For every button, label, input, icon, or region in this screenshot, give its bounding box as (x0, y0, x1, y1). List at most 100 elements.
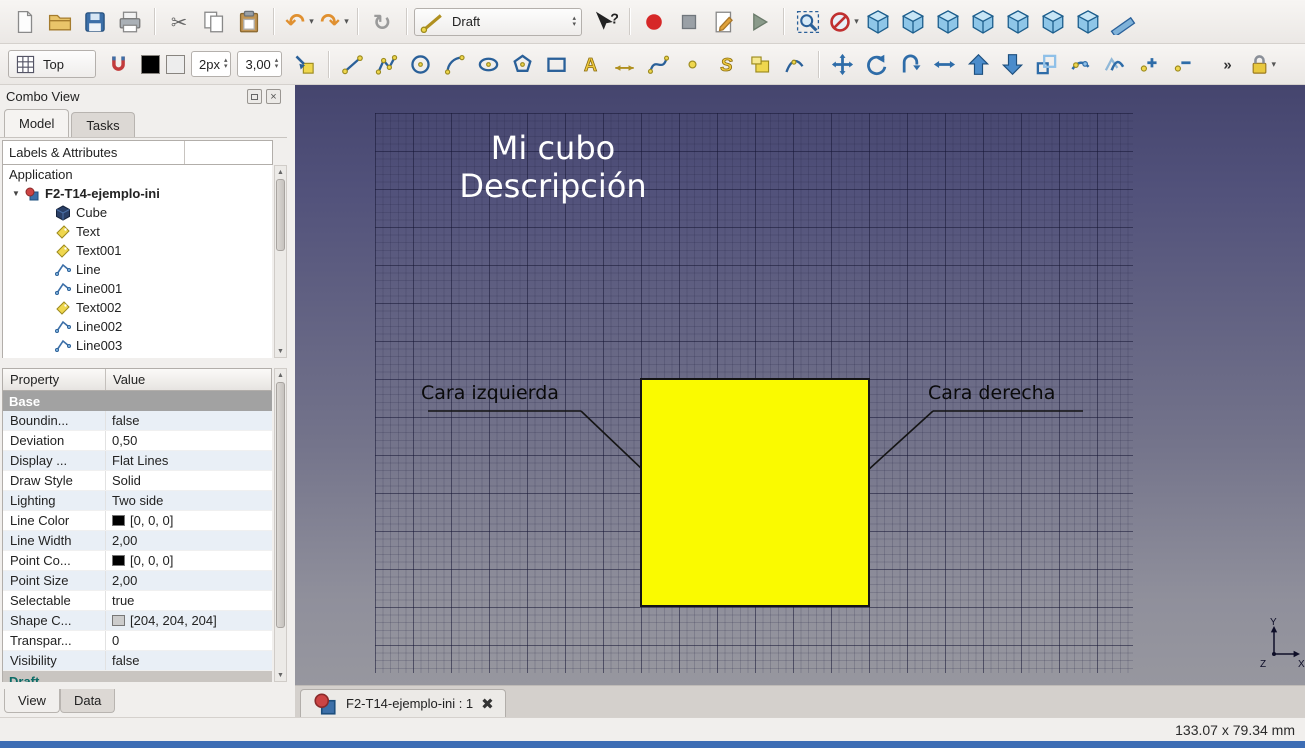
draft-scale-button[interactable] (1030, 48, 1063, 80)
tab-tasks[interactable]: Tasks (71, 112, 134, 137)
property-scrollbar[interactable]: ▲ ▼ (274, 368, 287, 682)
measure-distance-button[interactable] (1106, 5, 1140, 39)
cut-button[interactable]: ✂ (162, 5, 196, 39)
tree-item-line003[interactable]: Line003 (3, 336, 272, 355)
property-group-base[interactable]: Base (3, 391, 272, 411)
property-row-line-color[interactable]: Line Color [0, 0, 0] (3, 511, 272, 531)
expander-icon[interactable]: ▼ (12, 189, 24, 198)
tree-item-line001[interactable]: Line001 (3, 279, 272, 298)
scrollbar-thumb[interactable] (276, 179, 285, 251)
new-file-button[interactable] (8, 5, 42, 39)
draft-add-point-button[interactable] (1132, 48, 1165, 80)
3d-viewport[interactable]: Mi cubo Descripción Cara izquierda Cara … (295, 85, 1305, 685)
workbench-selector[interactable]: Draft ▴▾ (414, 8, 582, 36)
clipping-plane-dropdown-arrow[interactable]: ▾ (854, 16, 859, 27)
box-zoom-button[interactable] (791, 5, 825, 39)
workbench-spinner[interactable]: ▴▾ (572, 16, 576, 28)
tree-item-line[interactable]: Line (3, 260, 272, 279)
property-row-visibility[interactable]: Visibility false (3, 651, 272, 671)
face-color-swatch[interactable] (166, 55, 185, 74)
tree-scrollbar[interactable]: ▲ ▼ (274, 165, 287, 358)
tree-item-cube[interactable]: Cube (3, 203, 272, 222)
refresh-button[interactable]: ↻ (365, 5, 399, 39)
property-row-point-size[interactable]: Point Size 2,00 (3, 571, 272, 591)
save-file-button[interactable] (78, 5, 112, 39)
redo-dropdown-arrow[interactable]: ▾ (344, 16, 349, 27)
tab-data[interactable]: Data (60, 689, 115, 713)
draft-wire-button[interactable] (370, 48, 403, 80)
whats-this-button[interactable]: ? (588, 5, 622, 39)
snap-toggle-button[interactable] (102, 48, 135, 80)
tree-item-text002[interactable]: Text002 (3, 298, 272, 317)
clipping-plane-button[interactable]: ▾ (826, 5, 860, 39)
draft-line-button[interactable] (336, 48, 369, 80)
macro-edit-button[interactable] (707, 5, 741, 39)
draft-rectangle-button[interactable] (540, 48, 573, 80)
draft-upgrade-button[interactable] (962, 48, 995, 80)
view-left-button[interactable] (1071, 5, 1105, 39)
tab-model[interactable]: Model (4, 109, 69, 137)
property-row-lighting[interactable]: Lighting Two side (3, 491, 272, 511)
text-size-spinner[interactable]: 3,00 ▴▾ (237, 51, 282, 77)
line-color-swatch[interactable] (141, 55, 160, 74)
draft-trimex-button[interactable] (928, 48, 961, 80)
view-top-button[interactable] (931, 5, 965, 39)
tree-item-text[interactable]: Text (3, 222, 272, 241)
toolbar-overflow-button[interactable]: » (1211, 48, 1244, 80)
draft-point-button[interactable] (676, 48, 709, 80)
scrollbar-thumb[interactable] (276, 382, 285, 628)
macro-record-button[interactable] (637, 5, 671, 39)
redo-button[interactable]: ↷▾ (316, 5, 350, 39)
draft-delete-point-button[interactable] (1166, 48, 1199, 80)
draft-downgrade-button[interactable] (996, 48, 1029, 80)
annotation-right-face[interactable]: Cara derecha (928, 382, 1055, 404)
draft-bezier-button[interactable] (778, 48, 811, 80)
scroll-down-arrow[interactable]: ▼ (275, 345, 286, 357)
draft-wire-to-bspline-button[interactable] (1098, 48, 1131, 80)
draft-bspline-button[interactable] (642, 48, 675, 80)
draft-edit-button[interactable] (1064, 48, 1097, 80)
working-plane-selector[interactable]: Top (8, 50, 96, 78)
macro-play-button[interactable] (742, 5, 776, 39)
tree-root-application[interactable]: Application (3, 165, 272, 184)
draft-move-button[interactable] (826, 48, 859, 80)
draft-arc-button[interactable] (438, 48, 471, 80)
copy-button[interactable] (197, 5, 231, 39)
property-row-display-mode[interactable]: Display ... Flat Lines (3, 451, 272, 471)
property-group-draft[interactable]: Draft (3, 671, 272, 682)
tab-close-icon[interactable]: ✖ (481, 695, 494, 713)
property-row-line-width[interactable]: Line Width 2,00 (3, 531, 272, 551)
snap-lock-dropdown-arrow[interactable]: ▾ (1272, 59, 1277, 70)
view-right-button[interactable] (966, 5, 1000, 39)
scroll-up-arrow[interactable]: ▲ (275, 166, 286, 178)
draft-shapestring-button[interactable]: S (710, 48, 743, 80)
scroll-up-arrow[interactable]: ▲ (275, 369, 286, 381)
view-axonometric-button[interactable] (861, 5, 895, 39)
line-width-spinner[interactable]: 2px ▴▾ (191, 51, 231, 77)
draft-rotate-button[interactable] (860, 48, 893, 80)
draft-text-button[interactable]: A (574, 48, 607, 80)
property-row-draw-style[interactable]: Draw Style Solid (3, 471, 272, 491)
cube-top-face[interactable] (640, 378, 870, 607)
print-button[interactable] (113, 5, 147, 39)
property-row-bounding-box[interactable]: Boundin... false (3, 411, 272, 431)
property-row-deviation[interactable]: Deviation 0,50 (3, 431, 272, 451)
tree-item-line002[interactable]: Line002 (3, 317, 272, 336)
tree-document[interactable]: ▼ F2-T14-ejemplo-ini (3, 184, 272, 203)
undo-button[interactable]: ↶▾ (281, 5, 315, 39)
apply-style-button[interactable] (288, 48, 321, 80)
annotation-left-face[interactable]: Cara izquierda (421, 382, 559, 404)
macro-stop-button[interactable] (672, 5, 706, 39)
property-row-selectable[interactable]: Selectable true (3, 591, 272, 611)
draft-offset-button[interactable] (894, 48, 927, 80)
scroll-down-arrow[interactable]: ▼ (275, 669, 286, 681)
tab-view[interactable]: View (4, 689, 60, 713)
view-front-button[interactable] (896, 5, 930, 39)
draft-circle-button[interactable] (404, 48, 437, 80)
draft-dimension-button[interactable] (608, 48, 641, 80)
snap-lock-button[interactable]: ▾ (1245, 48, 1278, 80)
view-bottom-button[interactable] (1036, 5, 1070, 39)
tree-item-text001[interactable]: Text001 (3, 241, 272, 260)
property-row-point-color[interactable]: Point Co... [0, 0, 0] (3, 551, 272, 571)
text-size-spin-arrows[interactable]: ▴▾ (275, 58, 279, 70)
